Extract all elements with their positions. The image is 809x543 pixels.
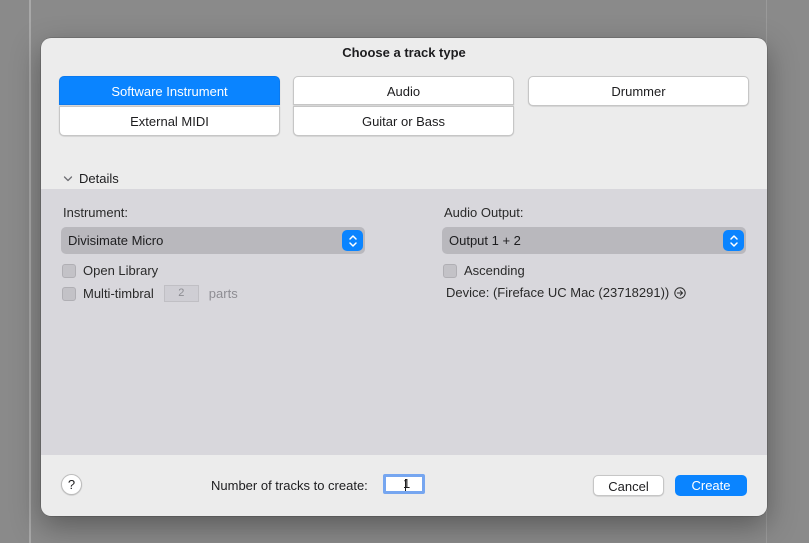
audio-output-value: Output 1 + 2 <box>449 233 521 248</box>
chevron-down-icon <box>63 175 73 181</box>
open-library-checkbox[interactable] <box>62 263 76 278</box>
new-track-dialog: Choose a track type Software Instrument … <box>41 38 767 516</box>
multitimbral-label: Multi-timbral <box>83 286 154 301</box>
popup-arrows-icon <box>723 230 744 251</box>
help-button[interactable]: ? <box>61 474 82 495</box>
track-type-software-instrument-button[interactable]: Software Instrument <box>59 76 280 105</box>
audio-output-popup[interactable]: Output 1 + 2 <box>442 227 746 254</box>
parts-label: parts <box>208 286 238 301</box>
track-type-audio-button[interactable]: Audio <box>293 76 514 105</box>
track-type-drummer-button[interactable]: Drummer <box>528 76 749 106</box>
ascending-checkbox[interactable] <box>443 263 457 278</box>
instrument-popup[interactable]: Divisimate Micro <box>61 227 365 254</box>
details-disclosure[interactable]: Details <box>63 171 119 186</box>
popup-arrows-icon <box>342 230 363 251</box>
track-count-input[interactable]: 1 <box>383 474 425 494</box>
open-library-label: Open Library <box>83 263 159 278</box>
text-caret <box>405 479 406 491</box>
track-count-label: Number of tracks to create: <box>211 478 368 493</box>
create-button[interactable]: Create <box>675 475 747 496</box>
device-text: Device: (Fireface UC Mac (23718291)) <box>446 285 670 300</box>
dialog-title: Choose a track type <box>342 45 466 60</box>
ascending-option[interactable]: Ascending <box>443 263 525 278</box>
arrow-right-circle-icon[interactable] <box>674 286 686 299</box>
track-type-external-midi-button[interactable]: External MIDI <box>59 106 280 136</box>
instrument-label: Instrument: <box>63 205 129 220</box>
multitimbral-checkbox[interactable] <box>62 286 76 301</box>
parts-count-field: 2 <box>163 285 199 302</box>
details-label: Details <box>79 171 119 186</box>
multitimbral-option[interactable]: Multi-timbral 2 parts <box>62 285 238 302</box>
ascending-label: Ascending <box>464 263 525 278</box>
instrument-value: Divisimate Micro <box>68 233 164 248</box>
cancel-button[interactable]: Cancel <box>593 475 664 496</box>
details-panel: Instrument: Divisimate Micro Open Librar… <box>41 189 767 455</box>
track-type-guitar-or-bass-button[interactable]: Guitar or Bass <box>293 106 514 136</box>
open-library-option[interactable]: Open Library <box>62 263 158 278</box>
device-info: Device: (Fireface UC Mac (23718291)) <box>446 285 686 300</box>
audio-output-label: Audio Output: <box>444 205 524 220</box>
background-track-divider <box>29 0 31 543</box>
